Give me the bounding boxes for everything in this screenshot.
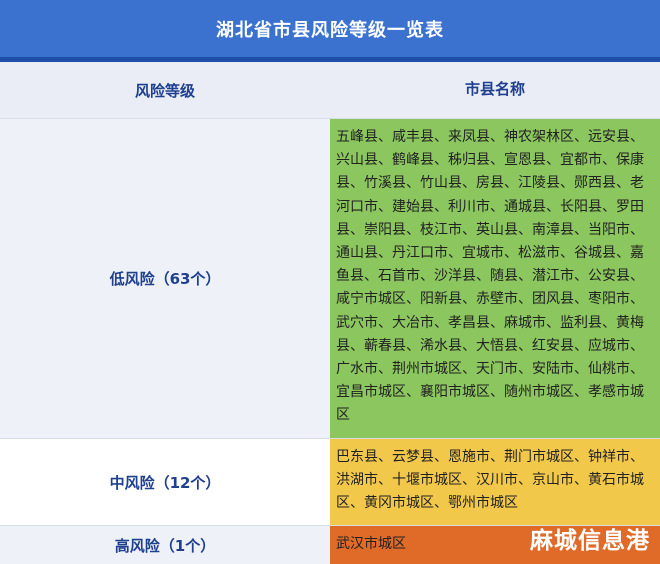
high-risk-names-cell: 武汉市城区 麻城信息港 [330, 526, 660, 564]
low-risk-names: 五峰县、咸丰县、来凤县、神农架林区、远安县、兴山县、鹤峰县、秭归县、宣恩县、宜都… [330, 119, 660, 438]
medium-risk-label: 中风险（12个） [0, 439, 330, 525]
high-risk-label: 高风险（1个） [0, 526, 330, 564]
page-title-text: 湖北省市县风险等级一览表 [216, 19, 444, 41]
header-risk-level: 风险等级 [0, 62, 330, 118]
high-risk-names: 武汉市城区 [336, 536, 406, 553]
medium-risk-names: 巴东县、云梦县、恩施市、荆门市城区、钟祥市、洪湖市、十堰市城区、汉川市、京山市、… [330, 439, 660, 525]
table-row-high-risk: 高风险（1个） 武汉市城区 麻城信息港 [0, 526, 660, 564]
table-row-low-risk: 低风险（63个） 五峰县、咸丰县、来凤县、神农架林区、远安县、兴山县、鹤峰县、秭… [0, 119, 660, 439]
header-city-county-names: 市县名称 [330, 62, 660, 118]
table-header-row: 风险等级 市县名称 [0, 62, 660, 119]
risk-level-table: 风险等级 市县名称 低风险（63个） 五峰县、咸丰县、来凤县、神农架林区、远安县… [0, 62, 660, 564]
low-risk-label: 低风险（63个） [0, 119, 330, 438]
watermark: 麻城信息港 [530, 527, 650, 554]
page-title: 湖北省市县风险等级一览表 [0, 0, 660, 57]
table-row-medium-risk: 中风险（12个） 巴东县、云梦县、恩施市、荆门市城区、钟祥市、洪湖市、十堰市城区… [0, 439, 660, 526]
